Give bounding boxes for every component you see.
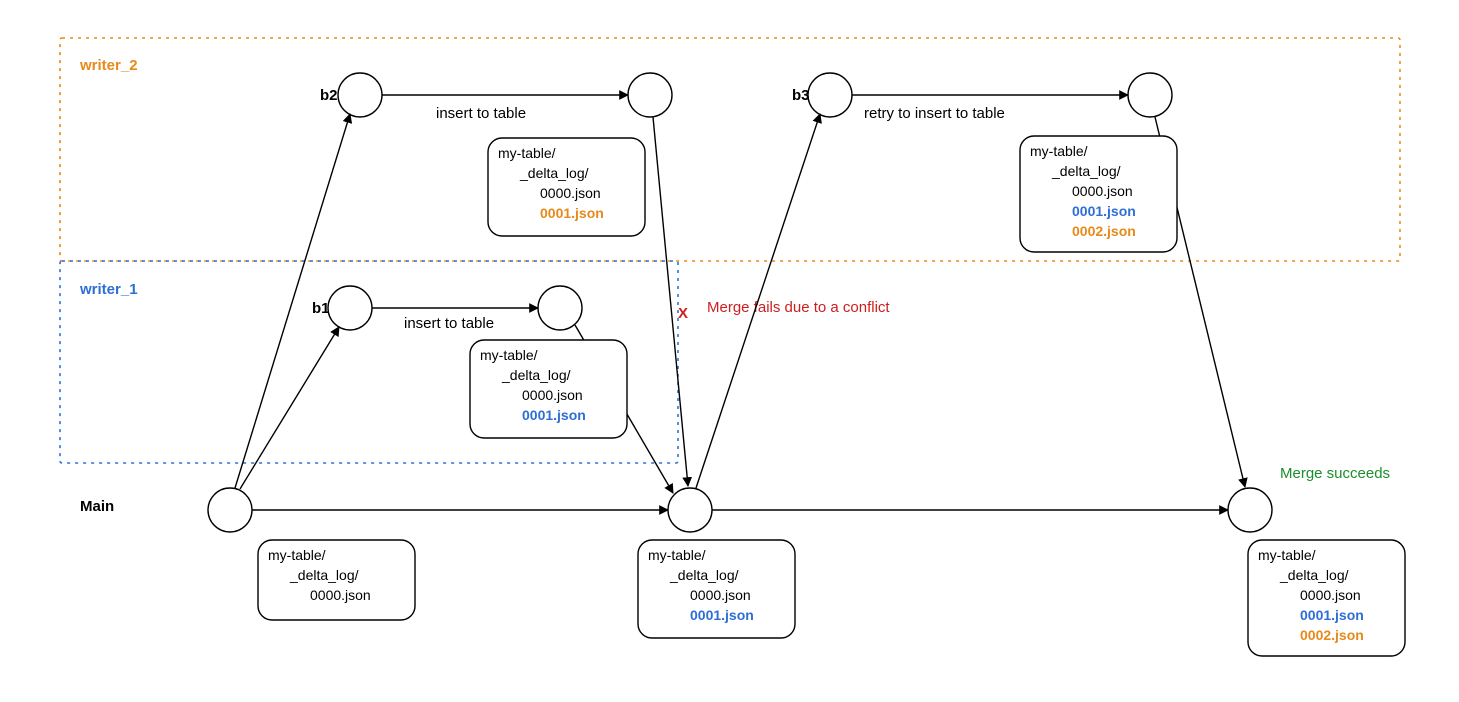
filebox-b2-root: my-table/ [498, 145, 556, 161]
filebox-main-1-f1: 0001.json [690, 607, 754, 623]
lane-label-writer1: writer_1 [79, 281, 138, 298]
merge-fail-x-icon: X [678, 305, 688, 322]
filebox-b3-f1: 0001.json [1072, 203, 1136, 219]
filebox-main-2-log: _delta_log/ [1279, 567, 1349, 583]
filebox-main-0-log: _delta_log/ [289, 567, 359, 583]
node-b1-start [328, 286, 372, 330]
filebox-b1-f1: 0001.json [522, 407, 586, 423]
label-merge-fail: Merge fails due to a conflict [707, 299, 890, 316]
label-b2-action: insert to table [436, 105, 526, 122]
edge-b2-to-main-fail [653, 117, 688, 486]
label-b3: b3 [792, 87, 810, 104]
filebox-b3-root: my-table/ [1030, 143, 1088, 159]
filebox-b1-root: my-table/ [480, 347, 538, 363]
edge-main-to-b1 [240, 327, 339, 489]
filebox-b2-f0: 0000.json [540, 185, 601, 201]
filebox-main-2-root: my-table/ [1258, 547, 1316, 563]
node-b2-end [628, 73, 672, 117]
filebox-main-1-root: my-table/ [648, 547, 706, 563]
label-b3-action: retry to insert to table [864, 105, 1005, 122]
filebox-main-1-f0: 0000.json [690, 587, 751, 603]
diagram-canvas: writer_2 writer_1 Main b1 insert to tabl… [0, 0, 1459, 702]
label-b1: b1 [312, 300, 330, 317]
lane-label-writer2: writer_2 [79, 57, 138, 74]
lane-writer2 [60, 38, 1400, 261]
edge-main-to-b2 [235, 114, 350, 488]
filebox-b2-log: _delta_log/ [519, 165, 589, 181]
filebox-main-0-root: my-table/ [268, 547, 326, 563]
node-b3-start [808, 73, 852, 117]
filebox-main-2-f2: 0002.json [1300, 627, 1364, 643]
lane-label-main: Main [80, 498, 114, 515]
node-main-2 [1228, 488, 1272, 532]
label-b2: b2 [320, 87, 338, 104]
filebox-main-0-f0: 0000.json [310, 587, 371, 603]
node-b1-end [538, 286, 582, 330]
filebox-b3-f2: 0002.json [1072, 223, 1136, 239]
filebox-main-2-f1: 0001.json [1300, 607, 1364, 623]
label-b1-action: insert to table [404, 315, 494, 332]
label-merge-ok: Merge succeeds [1280, 465, 1390, 482]
node-b3-end [1128, 73, 1172, 117]
filebox-b3-log: _delta_log/ [1051, 163, 1121, 179]
filebox-main-2-f0: 0000.json [1300, 587, 1361, 603]
filebox-b2-f1: 0001.json [540, 205, 604, 221]
node-main-1 [668, 488, 712, 532]
node-main-0 [208, 488, 252, 532]
filebox-b1-log: _delta_log/ [501, 367, 571, 383]
filebox-b3-f0: 0000.json [1072, 183, 1133, 199]
filebox-main-1-log: _delta_log/ [669, 567, 739, 583]
node-b2-start [338, 73, 382, 117]
filebox-b1-f0: 0000.json [522, 387, 583, 403]
